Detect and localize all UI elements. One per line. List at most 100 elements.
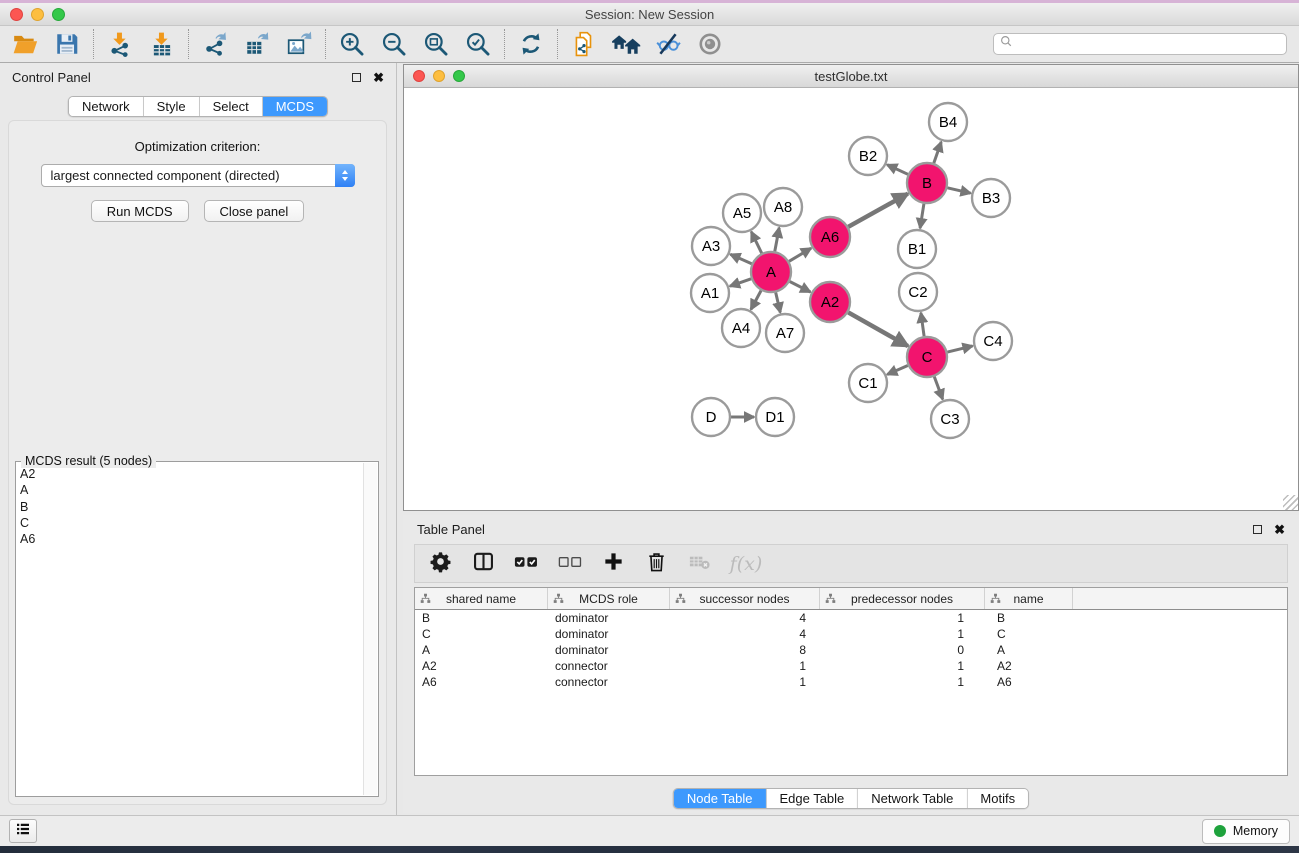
node-A1[interactable]: A1 <box>691 274 729 312</box>
edge-A-A1[interactable] <box>730 279 751 286</box>
node-B4[interactable]: B4 <box>929 103 967 141</box>
float-panel-icon[interactable] <box>352 73 361 82</box>
node-C1[interactable]: C1 <box>849 364 887 402</box>
node-B2[interactable]: B2 <box>849 137 887 175</box>
export-image-button[interactable] <box>282 29 316 60</box>
edge-A-A5[interactable] <box>751 232 761 253</box>
node-A5[interactable]: A5 <box>723 194 761 232</box>
edge-C-C1[interactable] <box>887 366 908 375</box>
mcds-result-item[interactable]: A6 <box>20 531 360 547</box>
node-B1[interactable]: B1 <box>898 230 936 268</box>
network-graph-canvas[interactable]: B4B2BB3A8A5A6A3B1AA1C2A2A4A7C4CC1C3DD1 <box>404 88 1297 510</box>
edge-A-A8[interactable] <box>775 228 779 252</box>
node-A7[interactable]: A7 <box>766 314 804 352</box>
import-table-button[interactable] <box>145 29 179 60</box>
show-network-button[interactable] <box>693 29 727 60</box>
delete-column-button[interactable] <box>644 550 670 578</box>
close-table-panel-icon[interactable]: ✖ <box>1274 523 1285 536</box>
mcds-result-item[interactable]: A <box>20 482 360 498</box>
network-zoom-button[interactable] <box>453 70 465 82</box>
tab-edge-table[interactable]: Edge Table <box>766 789 858 808</box>
edge-C-C2[interactable] <box>921 313 924 336</box>
tab-mcds[interactable]: MCDS <box>263 97 327 116</box>
close-panel-icon[interactable]: ✖ <box>373 71 384 84</box>
zoom-window-button[interactable] <box>52 8 65 21</box>
node-C[interactable]: C <box>907 337 947 377</box>
column-layout-button[interactable] <box>470 550 496 578</box>
column-header-predecessor-nodes[interactable]: predecessor nodes <box>820 588 985 609</box>
edge-A-A2[interactable] <box>790 282 811 293</box>
table-settings-button[interactable] <box>427 550 453 578</box>
home-button[interactable] <box>609 29 643 60</box>
edge-C-C4[interactable] <box>947 346 972 352</box>
node-A6[interactable]: A6 <box>810 217 850 257</box>
edge-B-B2[interactable] <box>887 165 908 175</box>
edge-A-A7[interactable] <box>776 293 781 313</box>
node-C4[interactable]: C4 <box>974 322 1012 360</box>
node-C2[interactable]: C2 <box>899 273 937 311</box>
search-field[interactable] <box>993 33 1287 55</box>
main-titlebar[interactable]: Session: New Session <box>0 3 1299 26</box>
node-B[interactable]: B <box>907 163 947 203</box>
node-A[interactable]: A <box>751 252 791 292</box>
save-session-button[interactable] <box>50 29 84 60</box>
edge-B-B1[interactable] <box>920 204 924 228</box>
import-network-button[interactable] <box>103 29 137 60</box>
table-row[interactable]: Adominator80A <box>415 642 1287 658</box>
deselect-all-button[interactable] <box>557 550 584 578</box>
column-header-MCDS-role[interactable]: MCDS role <box>548 588 670 609</box>
close-window-button[interactable] <box>10 8 23 21</box>
edge-A-A6[interactable] <box>789 248 811 261</box>
optimization-criterion-select[interactable]: largest connected component (directed) <box>41 164 355 187</box>
edge-B-B4[interactable] <box>934 142 941 163</box>
clone-network-button[interactable] <box>567 29 601 60</box>
tab-node-table[interactable]: Node Table <box>674 789 767 808</box>
node-C3[interactable]: C3 <box>931 400 969 438</box>
node-A8[interactable]: A8 <box>764 188 802 226</box>
node-B3[interactable]: B3 <box>972 179 1010 217</box>
column-header-name[interactable]: name <box>985 588 1073 609</box>
edge-A-A3[interactable] <box>730 254 751 263</box>
table-row[interactable]: A2connector11A2 <box>415 658 1287 674</box>
network-close-button[interactable] <box>413 70 425 82</box>
tab-select[interactable]: Select <box>200 97 263 116</box>
close-panel-button[interactable]: Close panel <box>204 200 305 222</box>
table-row[interactable]: Bdominator41B <box>415 610 1287 626</box>
edge-B-B3[interactable] <box>947 188 970 193</box>
network-minimize-button[interactable] <box>433 70 445 82</box>
tab-style[interactable]: Style <box>144 97 200 116</box>
zoom-fit-button[interactable] <box>419 29 453 60</box>
mcds-result-item[interactable]: A2 <box>20 466 360 482</box>
resize-grip-icon[interactable] <box>1283 495 1298 510</box>
zoom-selected-button[interactable] <box>461 29 495 60</box>
task-history-button[interactable] <box>9 819 37 843</box>
column-header-shared-name[interactable]: shared name <box>415 588 548 609</box>
refresh-button[interactable] <box>514 29 548 60</box>
select-all-button[interactable] <box>513 550 540 578</box>
zoom-out-button[interactable] <box>377 29 411 60</box>
node-A2[interactable]: A2 <box>810 282 850 322</box>
minimize-window-button[interactable] <box>31 8 44 21</box>
float-table-panel-icon[interactable] <box>1253 525 1262 534</box>
run-mcds-button[interactable]: Run MCDS <box>91 200 189 222</box>
open-session-button[interactable] <box>8 29 42 60</box>
table-row[interactable]: Cdominator41C <box>415 626 1287 642</box>
mcds-result-item[interactable]: C <box>20 515 360 531</box>
tab-motifs[interactable]: Motifs <box>967 789 1028 808</box>
tab-network-table[interactable]: Network Table <box>858 789 967 808</box>
edge-A2-C[interactable] <box>848 312 908 346</box>
export-table-button[interactable] <box>240 29 274 60</box>
column-header-successor-nodes[interactable]: successor nodes <box>670 588 820 609</box>
hide-network-button[interactable] <box>651 29 685 60</box>
node-D1[interactable]: D1 <box>756 398 794 436</box>
mcds-result-item[interactable]: B <box>20 499 360 515</box>
tab-network[interactable]: Network <box>69 97 144 116</box>
edge-C-C3[interactable] <box>934 377 942 400</box>
edge-A6-B[interactable] <box>848 194 908 227</box>
edge-A-A4[interactable] <box>751 291 761 310</box>
search-input[interactable] <box>1018 36 1280 52</box>
network-window-titlebar[interactable]: testGlobe.txt <box>404 65 1298 88</box>
memory-button[interactable]: Memory <box>1202 819 1290 844</box>
table-row[interactable]: A6connector11A6 <box>415 674 1287 690</box>
node-D[interactable]: D <box>692 398 730 436</box>
